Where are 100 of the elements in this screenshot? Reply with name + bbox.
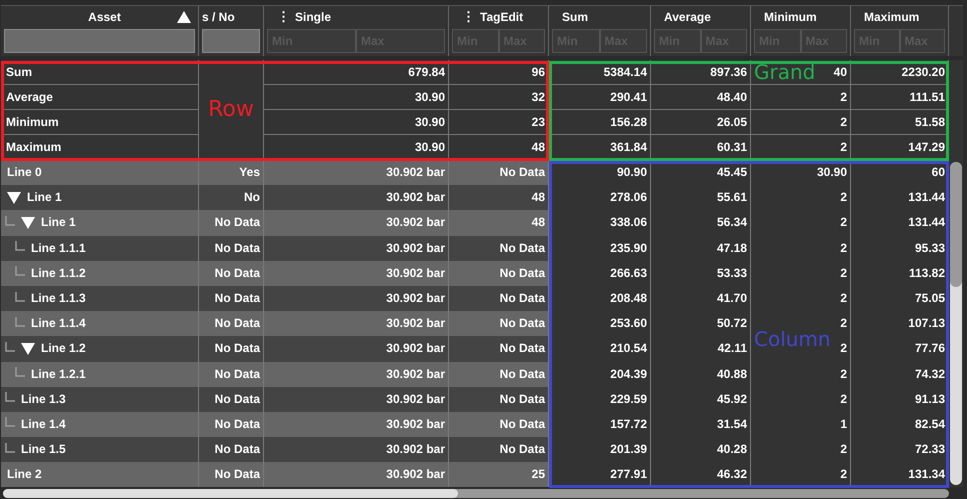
row-label: Line 0 bbox=[7, 164, 42, 182]
cell-value: 40.88 bbox=[716, 366, 747, 380]
connector-icon bbox=[15, 266, 25, 276]
table-cell: No Data bbox=[449, 437, 549, 462]
tree-cell[interactable]: Line 1.5 bbox=[1, 437, 199, 462]
tree-cell[interactable]: Line 0 bbox=[1, 160, 199, 186]
cell-value: 77.76 bbox=[914, 341, 945, 356]
tree-cell[interactable]: Line 2 bbox=[1, 462, 199, 488]
cell-value: 204.39 bbox=[610, 366, 647, 380]
column-title: Sum bbox=[562, 10, 588, 24]
table-cell: No Data bbox=[199, 311, 264, 336]
total-value: 361.84 bbox=[610, 140, 647, 154]
cell-value: 46.32 bbox=[716, 467, 747, 482]
column-title: Minimum bbox=[764, 10, 817, 24]
cell-value: 30.90 bbox=[816, 165, 847, 179]
table-cell: No Data bbox=[199, 437, 264, 462]
total-value: 30.90 bbox=[414, 140, 445, 154]
collapse-triangle-icon[interactable] bbox=[21, 342, 35, 355]
table-cell: No Data bbox=[449, 412, 549, 438]
total-value: 51.58 bbox=[914, 115, 945, 129]
cell-value: 266.63 bbox=[610, 266, 647, 280]
scrollbar-thumb[interactable] bbox=[3, 489, 458, 498]
tree-cell[interactable]: Line 1.1.1 bbox=[1, 236, 199, 261]
vertical-scrollbar[interactable] bbox=[950, 162, 962, 486]
cell-value: 208.48 bbox=[610, 290, 647, 305]
cell-value: 131.44 bbox=[908, 215, 945, 230]
cell-value: 82.54 bbox=[914, 416, 945, 431]
table-cell: 30.902 bar bbox=[264, 260, 449, 286]
column-title: s / No bbox=[202, 10, 235, 24]
cell-value: 72.33 bbox=[914, 442, 945, 456]
cell-value: 338.06 bbox=[610, 215, 647, 230]
table-cell: Yes bbox=[199, 160, 264, 186]
table-cell: No Data bbox=[449, 286, 549, 312]
table-cell: 30.902 bar bbox=[264, 336, 449, 362]
collapse-triangle-icon[interactable] bbox=[21, 216, 35, 229]
table-cell: No Data bbox=[199, 210, 264, 236]
table-cell: No Data bbox=[449, 362, 549, 387]
cell-value: 277.91 bbox=[610, 467, 647, 482]
table-cell: 25 bbox=[449, 462, 549, 488]
filter-field[interactable] bbox=[4, 29, 195, 53]
column-title: Asset bbox=[88, 10, 121, 24]
tree-cell[interactable]: Line 1.2.1 bbox=[1, 362, 199, 387]
connector-icon bbox=[5, 442, 15, 453]
cell-value: 2 bbox=[840, 240, 847, 255]
column-title: TagEdit bbox=[480, 10, 524, 24]
cell-value: 41.70 bbox=[716, 290, 747, 305]
total-value: 2 bbox=[840, 140, 847, 154]
row-label: Line 1.2.1 bbox=[31, 366, 86, 383]
cell-value: 107.13 bbox=[908, 316, 945, 330]
table-cell: 48 bbox=[449, 185, 549, 210]
connector-icon bbox=[5, 392, 15, 402]
cell-value: 2 bbox=[840, 467, 847, 482]
table-cell: 30.902 bar bbox=[264, 311, 449, 336]
total-label: Average bbox=[6, 90, 53, 104]
total-value: 5384.14 bbox=[604, 65, 647, 79]
cell-value: 235.90 bbox=[610, 240, 647, 255]
table-cell: No Data bbox=[199, 412, 264, 438]
table-cell: 30.902 bar bbox=[264, 160, 449, 186]
tree-cell[interactable]: Line 1.1.3 bbox=[1, 286, 199, 312]
tree-cell[interactable]: Line 1 bbox=[1, 185, 199, 210]
table-cell: No Data bbox=[199, 236, 264, 261]
scrollbar-thumb[interactable] bbox=[950, 162, 962, 287]
tree-cell[interactable]: Line 1.3 bbox=[1, 386, 199, 412]
total-label: Maximum bbox=[6, 140, 62, 154]
annotation-label: Grand bbox=[754, 60, 816, 84]
cell-value: 229.59 bbox=[610, 392, 647, 406]
cell-value: 1 bbox=[840, 416, 847, 431]
total-value: 147.29 bbox=[908, 140, 945, 154]
column-menu-button[interactable]: ⋮ bbox=[462, 9, 475, 24]
cell-value: 2 bbox=[840, 290, 847, 305]
table-cell: 30.902 bar bbox=[264, 362, 449, 387]
total-value: 30.90 bbox=[414, 115, 445, 129]
row-label: Line 1.2 bbox=[41, 340, 86, 358]
cell-value: 91.13 bbox=[914, 392, 945, 406]
cell-value: 2 bbox=[840, 215, 847, 230]
tree-cell[interactable]: Line 1.1.4 bbox=[1, 311, 199, 336]
cell-value: 50.72 bbox=[716, 316, 747, 330]
connector-icon bbox=[5, 417, 15, 428]
collapse-triangle-icon[interactable] bbox=[7, 192, 21, 204]
total-value: 2 bbox=[840, 115, 847, 129]
tree-cell[interactable]: Line 1.1.2 bbox=[1, 260, 199, 286]
column-header[interactable]: Asset bbox=[1, 6, 199, 56]
cell-value: 2 bbox=[840, 392, 847, 406]
horizontal-scrollbar[interactable] bbox=[3, 489, 949, 498]
row-label: Line 1 bbox=[41, 214, 76, 232]
total-value: 40 bbox=[834, 65, 847, 79]
tree-cell[interactable]: Line 1.4 bbox=[1, 412, 199, 438]
tree-cell[interactable]: Line 1.2 bbox=[1, 336, 199, 362]
row-label: Line 1.1.2 bbox=[31, 264, 86, 282]
total-value: 897.36 bbox=[710, 65, 747, 79]
column-menu-button[interactable]: ⋮ bbox=[277, 9, 290, 24]
column-header[interactable]: s / No bbox=[199, 6, 264, 56]
cell-value: 201.39 bbox=[610, 442, 647, 456]
tree-cell[interactable]: Line 1 bbox=[1, 210, 199, 236]
row-label: Line 1.5 bbox=[21, 441, 66, 458]
cell-value: 278.06 bbox=[610, 190, 647, 204]
filter-field[interactable] bbox=[202, 29, 260, 53]
cell-value: 90.90 bbox=[616, 165, 647, 179]
total-value: 23 bbox=[532, 115, 545, 129]
connector-icon bbox=[5, 216, 15, 226]
